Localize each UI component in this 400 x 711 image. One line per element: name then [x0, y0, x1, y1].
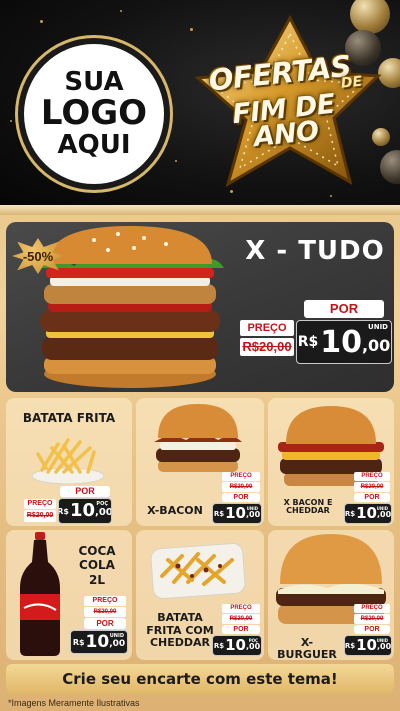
- product-name: BATATA FRITA COM CHEDDAR: [144, 611, 216, 650]
- current-price: R$ 10 ,00 UNID: [344, 503, 392, 524]
- price-integer: 10: [69, 500, 96, 521]
- logo-text-line: AQUI: [57, 129, 131, 160]
- unit-label: POÇ: [248, 638, 258, 643]
- current-price: R$ 10 ,00 UNID: [70, 630, 128, 654]
- fries-icon: [31, 438, 105, 485]
- cta-banner[interactable]: Crie seu encarte com este tema!: [6, 664, 394, 694]
- name-line: 2L: [89, 572, 105, 587]
- fries-icon: [150, 543, 246, 599]
- price-integer: 10: [356, 636, 377, 654]
- currency: R$: [213, 509, 225, 518]
- price-label: PREÇO: [354, 472, 390, 481]
- old-price: R$20,00: [240, 338, 294, 356]
- item-price: PREÇO R$20,00 POR R$ 10 ,00 POÇ: [212, 604, 262, 656]
- price-label: PREÇO: [240, 320, 294, 336]
- featured-product-name: X - TUDO: [245, 236, 385, 266]
- currency: R$: [213, 641, 225, 650]
- logo-placeholder: SUA LOGO AQUI: [18, 38, 170, 190]
- offer-title: OFERTAS DE FIM DE ANO: [194, 49, 372, 156]
- price-label: PREÇO: [222, 472, 260, 481]
- price-integer: 10: [356, 504, 377, 522]
- old-price: R$20,00: [354, 614, 390, 624]
- por-label: POR: [222, 625, 260, 634]
- old-price: R$20,00: [354, 482, 390, 492]
- unit-label: UNID: [368, 323, 388, 331]
- disclaimer-text: *Imagens Meramente Ilustrativas: [8, 698, 140, 708]
- por-label: POR: [354, 493, 390, 502]
- por-label: POR: [354, 625, 390, 634]
- por-label: POR: [84, 618, 126, 629]
- old-price: R$20,00: [222, 614, 260, 624]
- price-label: PREÇO: [24, 499, 56, 509]
- item-price: PREÇO R$20,00 POR R$ 10 ,00 UNID: [344, 604, 392, 656]
- price-integer: 10: [320, 325, 362, 360]
- currency: R$: [344, 509, 356, 518]
- item-price: PREÇO R$20,00 POR R$ 10 ,00 UNID: [70, 596, 128, 654]
- sparkle: [10, 120, 12, 122]
- product-name: COCA COLA 2L: [70, 544, 124, 587]
- old-price: R$20,00: [222, 482, 260, 492]
- currency: R$: [72, 637, 85, 647]
- product-name: X BACON E CHEDDAR: [276, 498, 340, 516]
- name-line: CHEDDAR: [149, 636, 211, 650]
- logo-text-line: SUA: [64, 66, 124, 97]
- old-price: R$20,00: [24, 510, 56, 522]
- currency: R$: [297, 334, 319, 350]
- unit-label: UNID: [109, 633, 124, 639]
- discount-badge: -50%: [12, 238, 64, 274]
- item-price: PREÇO R$20,00 POR R$ 10 ,00 UNID: [344, 472, 392, 524]
- item-price: POR PREÇO R$20,00 R$ 10 ,00 POÇ: [24, 486, 112, 524]
- por-label: POR: [60, 486, 110, 497]
- name-line: BATATA: [157, 611, 203, 624]
- price-decimal: ,00: [361, 336, 391, 355]
- sparkle: [40, 20, 43, 23]
- currency: R$: [58, 506, 69, 516]
- name-line: COLA: [79, 558, 115, 573]
- price-integer: 10: [225, 504, 246, 522]
- unit-label: UNID: [376, 638, 388, 643]
- featured-price: POR PREÇO R$20,00 R$ 10 ,00 UNID: [238, 300, 394, 366]
- unit-label: UNID: [376, 506, 388, 511]
- name-line: CHEDDAR: [286, 506, 330, 516]
- current-price: R$ 10 ,00 UNID: [344, 635, 392, 656]
- price-label: PREÇO: [222, 604, 260, 613]
- old-price: R$20,00: [84, 607, 126, 617]
- por-label: POR: [304, 300, 384, 318]
- current-price: R$ 10 ,00 POÇ: [58, 498, 112, 524]
- current-price: R$ 10 ,00 POÇ: [212, 635, 262, 656]
- current-price: R$ 10 ,00 UNID: [212, 503, 262, 524]
- logo-text-line: LOGO: [40, 93, 148, 134]
- por-label: POR: [222, 493, 260, 502]
- unit-label: UNID: [246, 506, 258, 511]
- burger-icon: [36, 226, 224, 388]
- product-name: X-BURGUER: [277, 636, 337, 661]
- price-integer: 10: [225, 636, 246, 654]
- price-label: PREÇO: [84, 596, 126, 606]
- price-integer: 10: [85, 632, 110, 652]
- price-label: PREÇO: [354, 604, 390, 613]
- currency: R$: [344, 641, 356, 650]
- unit-label: POÇ: [96, 501, 108, 507]
- soda-bottle-icon: [20, 532, 60, 656]
- burger-icon: [154, 404, 242, 472]
- sparkle: [120, 10, 122, 12]
- sparkle: [175, 160, 177, 162]
- product-name: X-BACON: [147, 504, 203, 517]
- item-price: PREÇO R$20,00 POR R$ 10 ,00 UNID: [212, 472, 262, 524]
- product-name: BATATA FRITA: [22, 411, 116, 425]
- name-line: COCA: [78, 544, 116, 558]
- header-banner: SUA LOGO AQUI OFERTAS DE FIM DE ANO: [0, 0, 400, 210]
- current-price: R$ 10 ,00 UNID: [296, 320, 392, 364]
